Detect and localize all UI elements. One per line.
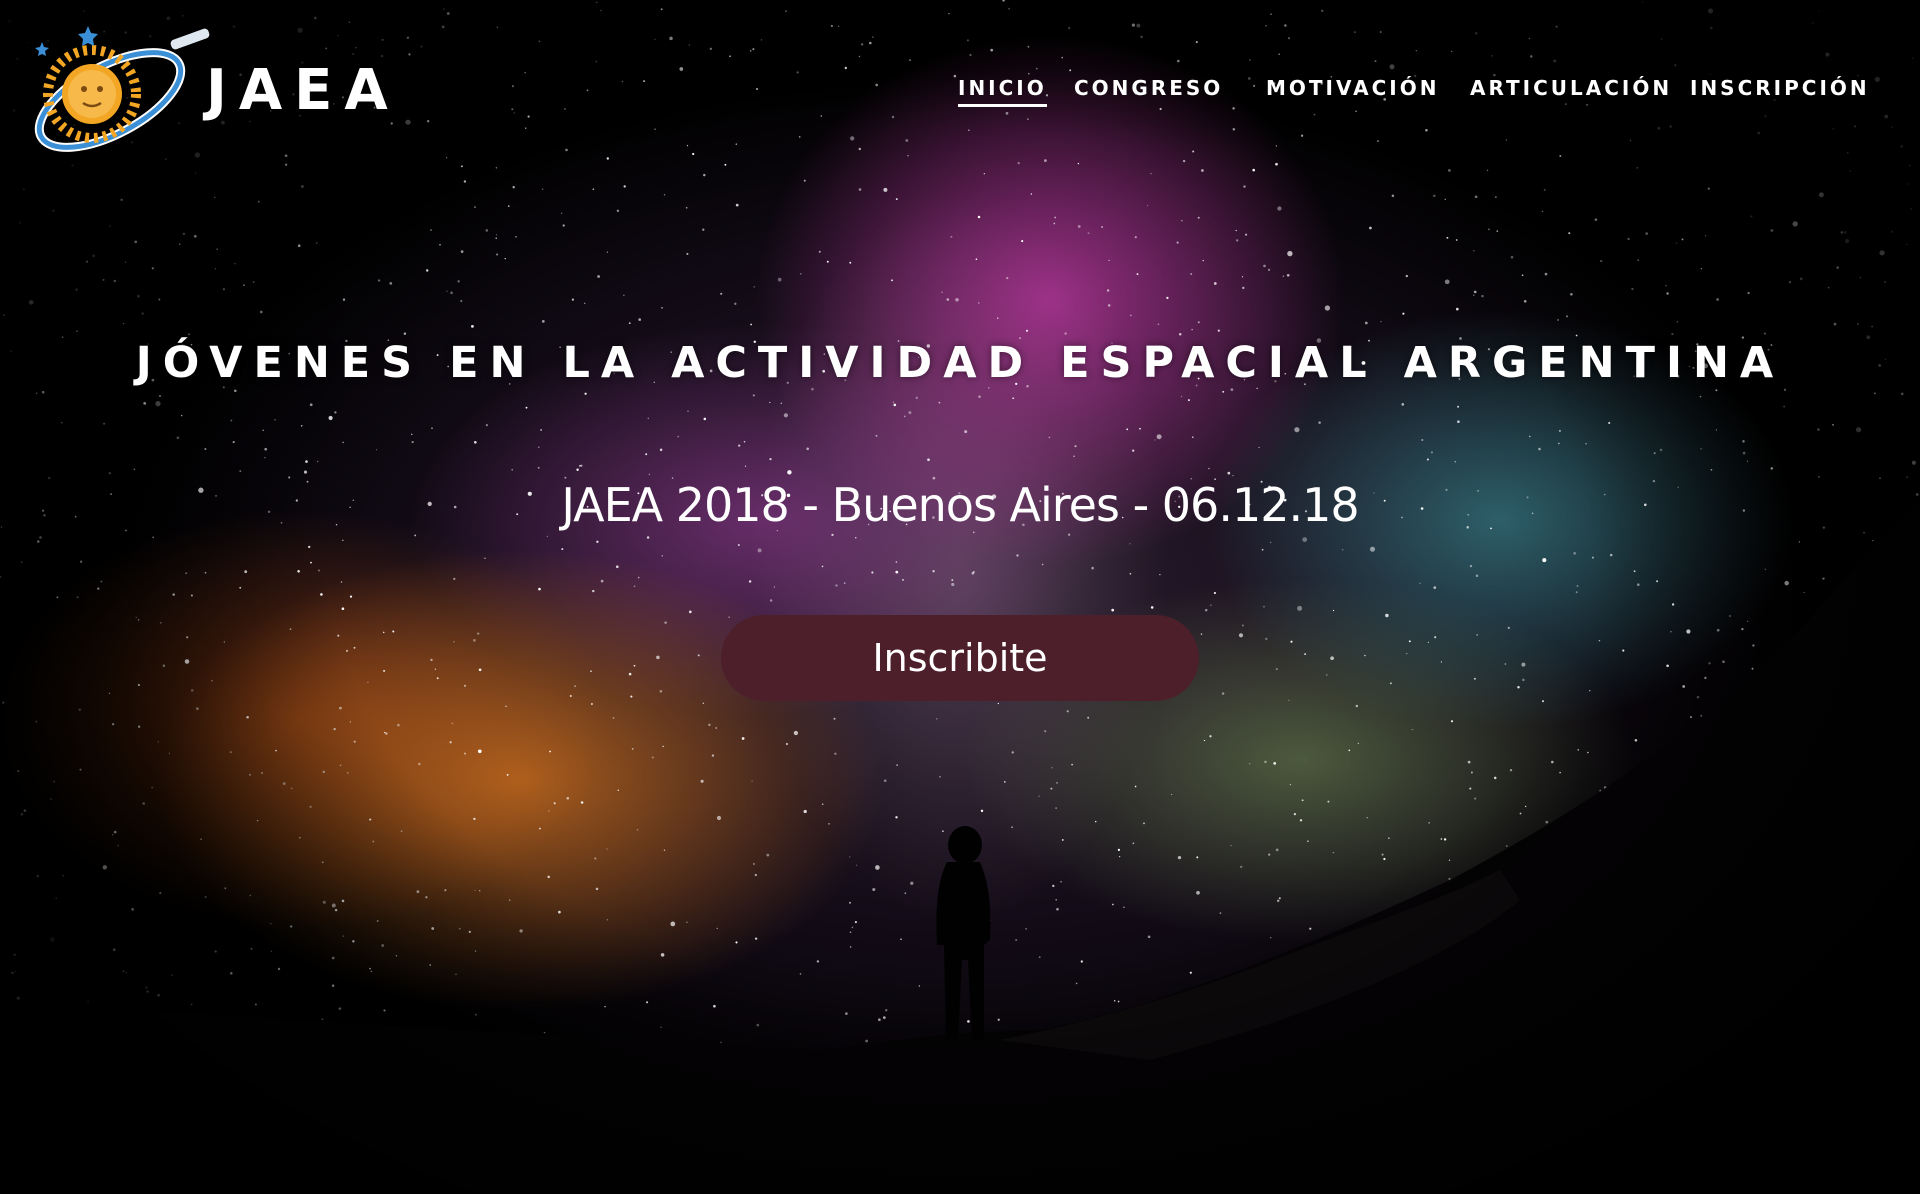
site-header: JAEA INICIO CONGRESO MOTIVACIÓN ARTICULA… <box>0 0 1920 180</box>
register-button[interactable]: Inscribite <box>721 615 1199 701</box>
hero-title: JÓVENES EN LA ACTIVIDAD ESPACIAL ARGENTI… <box>135 338 1785 388</box>
nav-item-congreso[interactable]: CONGRESO <box>1074 76 1223 100</box>
nav-item-motivacion[interactable]: MOTIVACIÓN <box>1266 76 1439 100</box>
person-silhouette <box>936 826 991 1040</box>
argentine-sun-orbit-logo-icon[interactable] <box>30 20 220 160</box>
brand-name[interactable]: JAEA <box>206 58 400 123</box>
nav-item-inscripcion[interactable]: INSCRIPCIÓN <box>1690 76 1870 100</box>
nav-item-articulacion[interactable]: ARTICULACIÓN <box>1470 76 1672 100</box>
hero-subtitle: JAEA 2018 - Buenos Aires - 06.12.18 <box>561 478 1359 532</box>
main-nav: INICIO CONGRESO MOTIVACIÓN ARTICULACIÓN … <box>950 76 1870 116</box>
nav-item-inicio[interactable]: INICIO <box>958 76 1047 107</box>
